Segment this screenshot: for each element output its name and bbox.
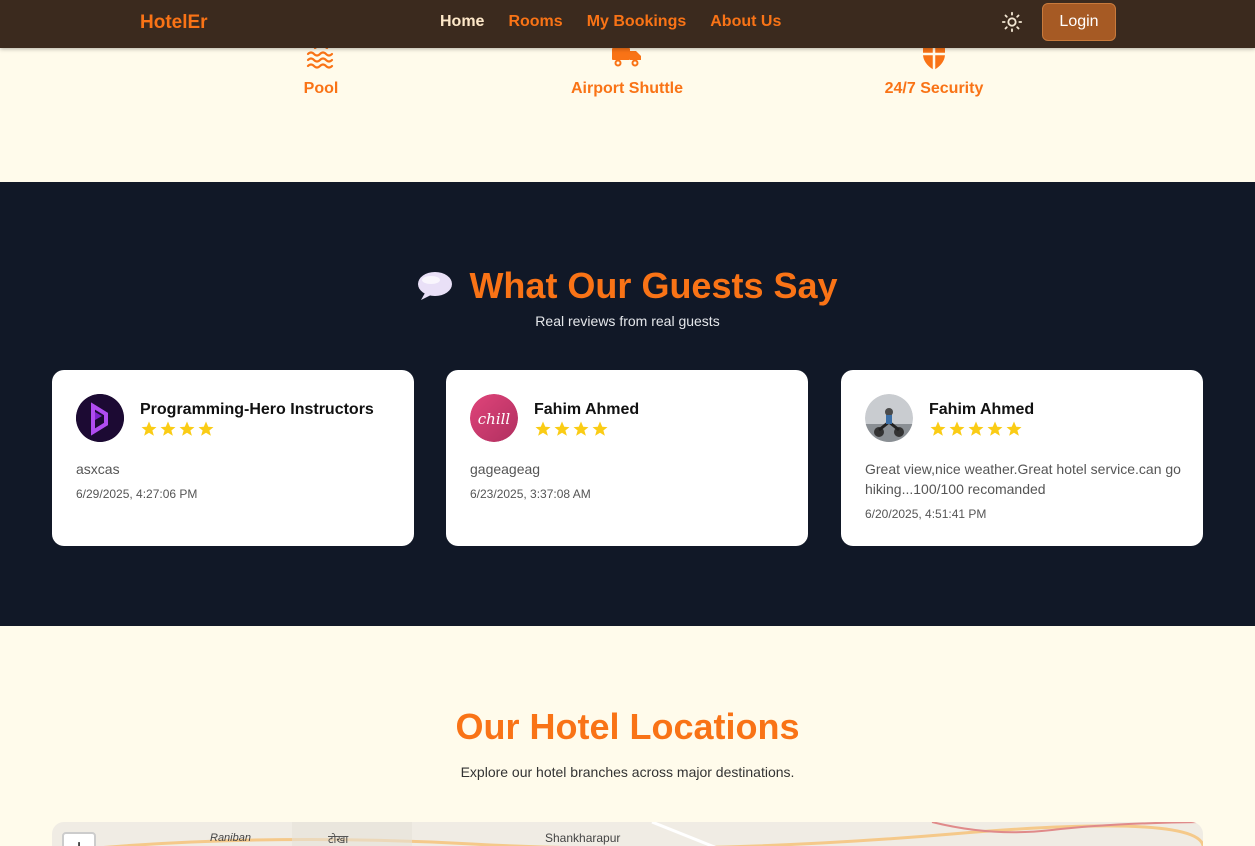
star-icon xyxy=(535,421,551,436)
star-icon xyxy=(1006,421,1022,436)
login-button[interactable]: Login xyxy=(1042,3,1116,41)
avatar xyxy=(865,394,913,442)
nav-links: Home Rooms My Bookings About Us xyxy=(440,13,781,31)
star-icon xyxy=(160,421,176,436)
avatar-text: chill xyxy=(478,410,511,428)
locations-title: Our Hotel Locations xyxy=(455,706,800,747)
review-card: Programming-Hero Instructors asxcas 6/29… xyxy=(52,370,414,546)
review-date: 6/23/2025, 3:37:08 AM xyxy=(470,487,591,501)
star-icon xyxy=(198,421,214,436)
reviewer-name: Fahim Ahmed xyxy=(929,401,1035,418)
star-icon xyxy=(949,421,965,436)
shuttle-icon xyxy=(612,48,641,67)
star-rating xyxy=(929,420,1023,438)
review-card: Fahim Ahmed Great view,nice weather.Grea… xyxy=(841,370,1203,546)
review-text: gageageag xyxy=(470,461,541,477)
brand-logo[interactable]: HotelEr xyxy=(140,12,208,34)
reviews-section: What Our Guests Say Real reviews from re… xyxy=(0,182,1255,626)
nav-link-about-us[interactable]: About Us xyxy=(710,13,781,31)
map-place-label: Shankharapur xyxy=(545,831,621,845)
map-place-label: टोखा xyxy=(328,834,349,846)
pool-icon xyxy=(306,48,334,69)
navbar: HotelEr Home Rooms My Bookings About Us … xyxy=(0,0,1255,48)
amenity-airport-shuttle: Airport Shuttle xyxy=(527,48,727,98)
avatar: chill xyxy=(470,394,518,442)
star-icon xyxy=(592,421,608,436)
speech-bubble-icon xyxy=(418,272,453,300)
nav-link-rooms[interactable]: Rooms xyxy=(508,13,562,31)
review-date: 6/20/2025, 4:51:41 PM xyxy=(865,507,987,521)
star-icon xyxy=(930,421,946,436)
star-icon xyxy=(179,421,195,436)
reviewer-name: Programming-Hero Instructors xyxy=(140,401,374,418)
reviews-title: What Our Guests Say xyxy=(469,265,838,306)
reviewer-name: Fahim Ahmed xyxy=(534,401,640,418)
locations-map[interactable]: + Raniban टोखा Shankharapur xyxy=(52,822,1203,846)
review-text: Great view,nice weather.Great hotel serv… xyxy=(865,461,1181,497)
star-icon xyxy=(573,421,589,436)
star-icon xyxy=(987,421,1003,436)
review-date: 6/29/2025, 4:27:06 PM xyxy=(76,487,198,501)
review-card: chill Fahim Ahmed gageageag 6/23/2025, 3… xyxy=(446,370,808,546)
nav-link-my-bookings[interactable]: My Bookings xyxy=(587,13,687,31)
star-icon xyxy=(141,421,157,436)
reviews-heading: What Our Guests Say xyxy=(0,265,1255,307)
locations-subtitle: Explore our hotel branches across major … xyxy=(460,764,795,780)
reviews-subtitle: Real reviews from real guests xyxy=(535,313,720,329)
map-place-label: Raniban xyxy=(210,832,251,844)
star-rating xyxy=(140,420,215,438)
shield-icon xyxy=(923,48,945,70)
avatar xyxy=(76,394,124,442)
star-icon xyxy=(554,421,570,436)
nav-link-home[interactable]: Home xyxy=(440,13,484,31)
star-icon xyxy=(968,421,984,436)
amenity-label: 24/7 Security xyxy=(884,80,984,97)
amenity-label: Pool xyxy=(303,80,339,97)
amenity-label: Airport Shuttle xyxy=(571,80,683,97)
map-zoom-in-button[interactable]: + xyxy=(62,832,96,846)
review-text: asxcas xyxy=(76,461,120,477)
amenities-section: Pool Airport Shuttle 24/7 Security xyxy=(0,48,1255,182)
star-rating xyxy=(534,420,609,438)
sun-icon[interactable] xyxy=(1001,11,1023,33)
amenity-pool: Pool xyxy=(221,48,421,98)
amenity-security: 24/7 Security xyxy=(834,48,1034,98)
